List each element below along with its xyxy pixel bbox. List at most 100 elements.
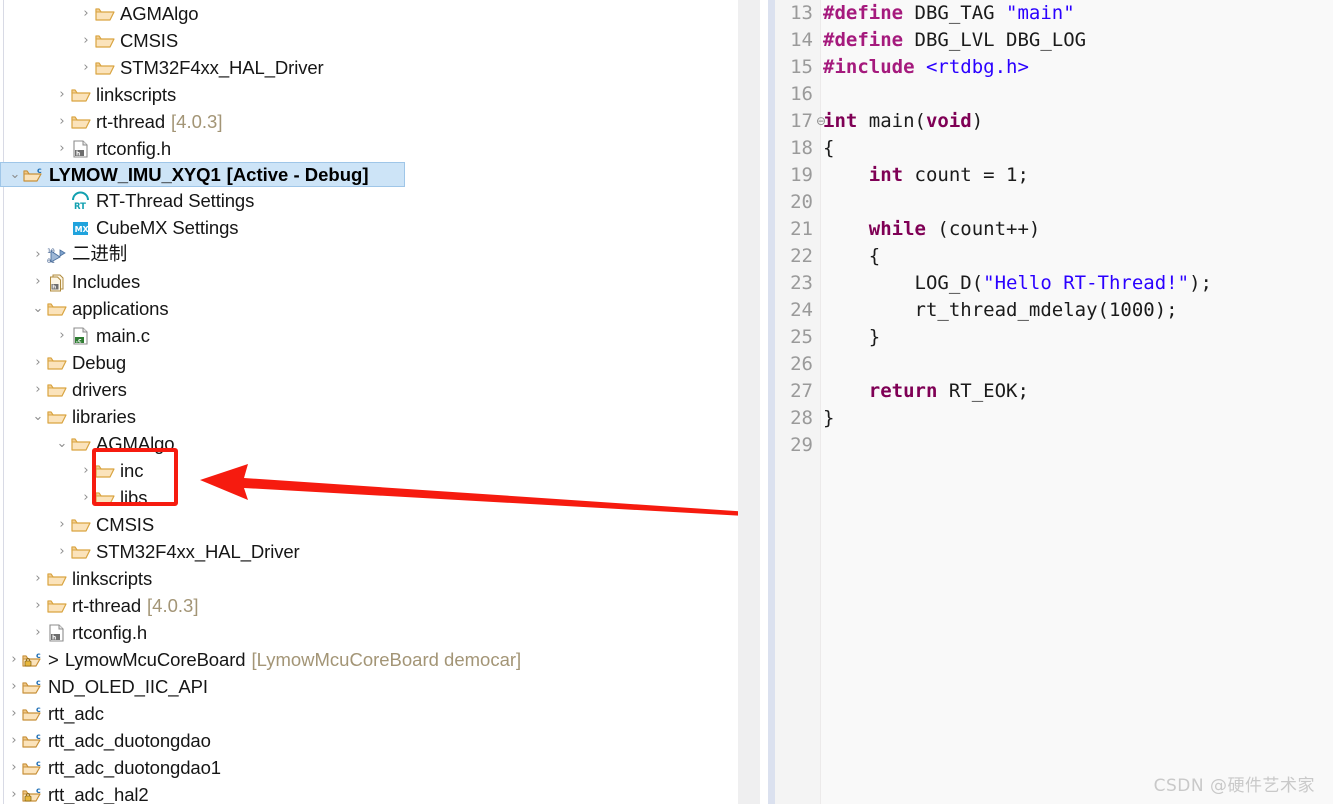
code-line[interactable]: 22 { [775,243,1333,270]
tree-row[interactable]: RT RT-Thread Settings [0,187,738,214]
chevron-right-icon[interactable]: › [54,81,70,108]
chevron-right-icon[interactable]: › [30,376,46,403]
code-line[interactable]: 16 [775,81,1333,108]
line-number: 20 [790,191,813,213]
code-line[interactable]: 24 rt_thread_mdelay(1000); [775,297,1333,324]
svg-text:MX: MX [75,225,90,234]
tree-row[interactable]: › c > LymowMcuCoreBoard [LymowMcuCoreBoard d… [0,646,738,673]
chevron-right-icon[interactable]: › [6,700,22,727]
project-tree[interactable]: › AGMAlgo › CMSIS › STM32F4xx_HAL_Driver › link… [0,0,738,804]
tree-row[interactable]: › h rtconfig.h [0,619,738,646]
tree-row[interactable]: › c rtt_adc_duotongdao [0,727,738,754]
chevron-right-icon[interactable]: › [30,592,46,619]
tree-row[interactable]: ⌄ AGMAlgo [0,430,738,457]
chevron-down-icon[interactable]: ⌄ [7,162,23,187]
tree-row[interactable]: › rt-thread [4.0.3] [0,592,738,619]
tree-row[interactable]: › .c main.c [0,322,738,349]
chevron-right-icon[interactable]: › [30,349,46,376]
chevron-right-icon[interactable]: › [30,565,46,592]
tree-row[interactable]: › drivers [0,376,738,403]
chevron-right-icon[interactable]: › [30,268,46,295]
chevron-right-icon[interactable]: › [78,54,94,81]
chevron-right-icon[interactable]: › [54,135,70,162]
code-token: int [823,110,869,132]
folder-icon [70,434,92,454]
tree-row[interactable]: MX CubeMX Settings [0,214,738,241]
code-line[interactable]: 20 [775,189,1333,216]
code-line[interactable]: 26 [775,351,1333,378]
tree-row[interactable]: › STM32F4xx_HAL_Driver [0,538,738,565]
chevron-right-icon[interactable]: › [30,619,46,646]
code-line[interactable]: 21 while (count++) [775,216,1333,243]
tree-row-suffix: [4.0.3] [171,111,223,132]
tree-row[interactable]: ⌄ applications [0,295,738,322]
tree-row[interactable]: › STM32F4xx_HAL_Driver [0,54,738,81]
tree-row[interactable]: › linkscripts [0,565,738,592]
tree-row[interactable]: › c rtt_adc [0,700,738,727]
tree-row-label: main.c [96,325,150,346]
chevron-right-icon[interactable]: › [78,457,94,484]
c-project-icon: c [22,758,44,778]
editor-marker-bar[interactable] [768,0,775,804]
code-token: <rtdbg.h> [925,56,1029,78]
tree-row[interactable]: › Debug [0,349,738,376]
c-project-icon: c [22,731,44,751]
tree-row[interactable]: ⌄ c LYMOW_IMU_XYQ1 [Active - Debug] [0,162,405,187]
explorer-scrollbar-track[interactable] [738,0,760,804]
code-token: "Hello RT-Thread!" [983,272,1190,294]
chevron-right-icon[interactable]: › [54,538,70,565]
tree-row[interactable]: › inc [0,457,738,484]
code-line[interactable]: 29 [775,432,1333,459]
code-line-text: int main(void) [823,108,983,135]
code-line[interactable]: 25 } [775,324,1333,351]
chevron-right-icon[interactable]: › [6,754,22,781]
tree-row[interactable]: › c rtt_adc_duotongdao1 [0,754,738,781]
tree-row[interactable]: › CMSIS [0,27,738,54]
chevron-right-icon[interactable]: › [78,27,94,54]
svg-text:c: c [36,678,41,687]
tree-row[interactable]: ⌄ libraries [0,403,738,430]
code-token: } [823,326,881,348]
tree-row[interactable]: › CMSIS [0,511,738,538]
chevron-right-icon[interactable]: › [6,727,22,754]
code-line[interactable]: 28} [775,405,1333,432]
tree-row[interactable]: › rt-thread [4.0.3] [0,108,738,135]
line-number: 22 [790,245,813,267]
chevron-down-icon[interactable]: ⌄ [30,295,46,322]
chevron-down-icon[interactable]: ⌄ [30,403,46,430]
code-token: while [868,218,938,240]
code-line[interactable]: 18 { [775,135,1333,162]
line-number: 19 [790,164,813,186]
chevron-down-icon[interactable]: ⌄ [54,430,70,457]
tree-row[interactable]: › libs [0,484,738,511]
chevron-right-icon[interactable]: › [54,108,70,135]
code-line[interactable]: 23 LOG_D("Hello RT-Thread!"); [775,270,1333,297]
binaries-icon: 1001 [46,245,68,265]
tree-row[interactable]: › h rtconfig.h [0,135,738,162]
code-line[interactable]: 17 ⊖ int main(void) [775,108,1333,135]
chevron-right-icon[interactable]: › [6,781,22,804]
tree-row[interactable]: › c ND_OLED_IIC_API [0,673,738,700]
tree-row[interactable]: › linkscripts [0,81,738,108]
tree-row[interactable]: ›1001二进制 [0,241,738,268]
code-editor-panel[interactable]: 13 #define DBG_TAG "main" 14 #define DBG_LV… [775,0,1333,804]
chevron-right-icon[interactable]: › [78,484,94,511]
chevron-right-icon[interactable]: › [78,0,94,27]
tree-row[interactable]: › c rtt_adc_hal2 [0,781,738,804]
code-text-area[interactable]: 13 #define DBG_TAG "main" 14 #define DBG_LV… [775,0,1333,804]
chevron-right-icon[interactable]: › [54,322,70,349]
tree-row[interactable]: › AGMAlgo [0,0,738,27]
code-line[interactable]: 19 int count = 1; [775,162,1333,189]
code-line[interactable]: 15 #include <rtdbg.h> [775,54,1333,81]
chevron-right-icon[interactable]: › [30,241,46,268]
chevron-right-icon[interactable]: › [6,646,22,673]
line-number: 21 [790,218,813,240]
tree-row[interactable]: › h Includes [0,268,738,295]
chevron-right-icon[interactable]: › [54,511,70,538]
code-line[interactable]: 27 return RT_EOK; [775,378,1333,405]
project-explorer-panel[interactable]: › AGMAlgo › CMSIS › STM32F4xx_HAL_Driver › link… [0,0,738,804]
chevron-right-icon[interactable]: › [6,673,22,700]
code-line[interactable]: 14 #define DBG_LVL DBG_LOG [775,27,1333,54]
code-line-text: LOG_D("Hello RT-Thread!"); [823,270,1212,297]
code-line[interactable]: 13 #define DBG_TAG "main" [775,0,1333,27]
